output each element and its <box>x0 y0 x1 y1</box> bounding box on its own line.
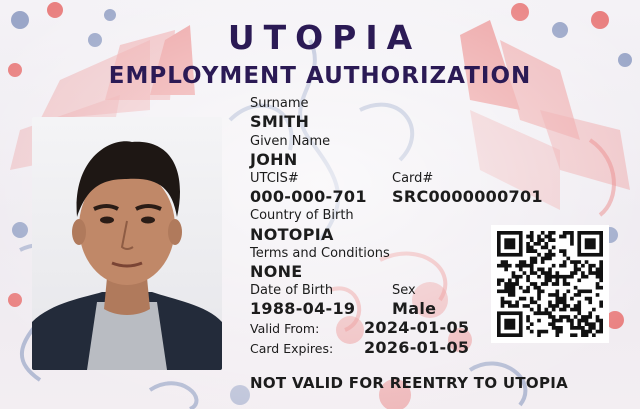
card-number-label: Card# <box>392 171 434 186</box>
employment-authorization-card: UTOPIA EMPLOYMENT AUTHORIZATION Surname … <box>0 0 640 409</box>
utcis-label: UTCIS# <box>250 171 299 186</box>
surname-label: Surname <box>250 96 309 111</box>
portrait-photo <box>32 117 222 370</box>
card-expires-value: 2026-01-05 <box>364 338 470 357</box>
document-type-title: EMPLOYMENT AUTHORIZATION <box>108 63 532 89</box>
country-of-birth-value: NOTOPIA <box>250 225 334 244</box>
country-title: UTOPIA <box>227 18 422 57</box>
terms-label: Terms and Conditions <box>250 246 390 261</box>
qr-code <box>491 225 609 343</box>
country-of-birth-label: Country of Birth <box>250 208 354 223</box>
terms-value: NONE <box>250 262 303 281</box>
card-expires-label: Card Expires: <box>250 341 334 356</box>
sex-value: Male <box>392 299 437 318</box>
valid-from-value: 2024-01-05 <box>364 318 470 337</box>
given-name-label: Given Name <box>250 134 331 149</box>
given-name-value: JOHN <box>250 150 298 169</box>
sex-label: Sex <box>392 283 416 298</box>
date-of-birth-label: Date of Birth <box>250 283 334 298</box>
card-number-value: SRC0000000701 <box>392 187 543 206</box>
surname-value: SMITH <box>250 112 310 131</box>
utcis-value: 000-000-701 <box>250 187 367 206</box>
date-of-birth-value: 1988-04-19 <box>250 299 356 318</box>
reentry-notice: NOT VALID FOR REENTRY TO UTOPIA <box>250 374 569 392</box>
valid-from-label: Valid From: <box>250 321 320 336</box>
